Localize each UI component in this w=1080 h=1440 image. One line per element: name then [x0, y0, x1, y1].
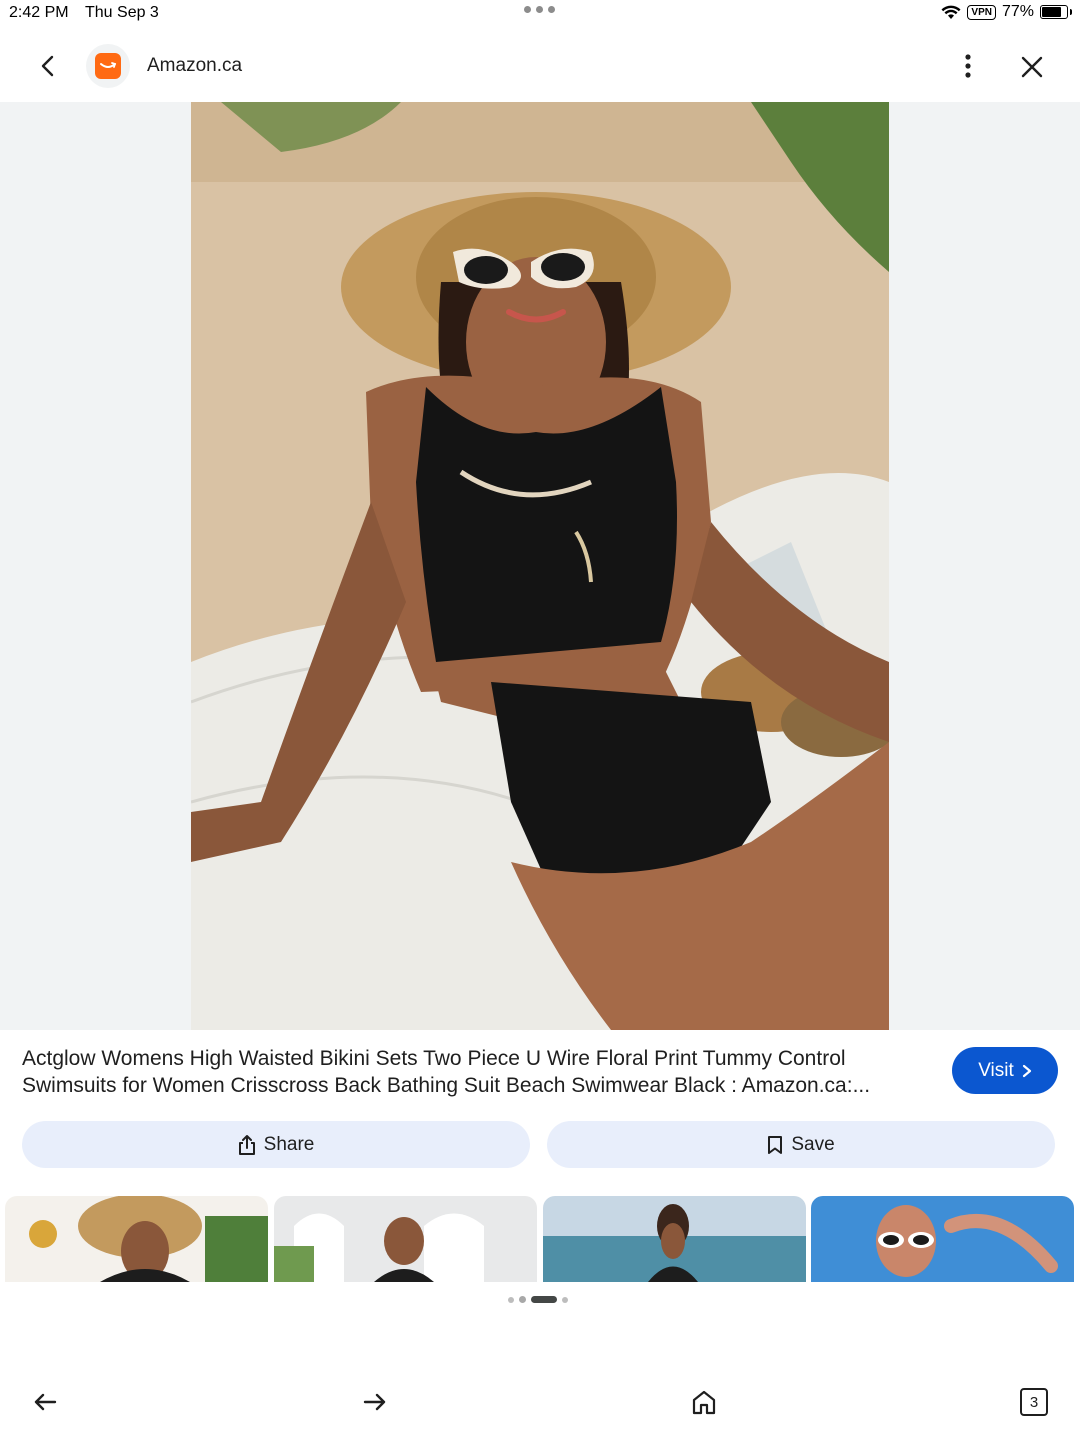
related-image-2[interactable] — [274, 1196, 537, 1282]
close-icon — [1021, 56, 1043, 78]
top-bar: Amazon.ca — [0, 28, 1080, 102]
chevron-left-icon — [41, 55, 54, 77]
nav-forward-button[interactable] — [353, 1380, 397, 1424]
site-name[interactable]: Amazon.ca — [147, 55, 242, 77]
related-image-3[interactable] — [543, 1196, 806, 1282]
status-date: Thu Sep 3 — [85, 4, 159, 21]
result-title[interactable]: Actglow Womens High Waisted Bikini Sets … — [22, 1045, 922, 1099]
related-images — [0, 1196, 1080, 1282]
status-time: 2:42 PM — [9, 4, 69, 21]
share-icon — [238, 1134, 255, 1155]
multitasking-dots[interactable] — [524, 6, 555, 13]
share-button[interactable]: Share — [22, 1121, 530, 1168]
related-image-4[interactable] — [811, 1196, 1074, 1282]
battery-percent: 77% — [1001, 3, 1034, 20]
save-button[interactable]: Save — [547, 1121, 1055, 1168]
carousel-pager — [508, 1296, 568, 1303]
visit-label: Visit — [978, 1059, 1014, 1081]
vpn-badge: VPN — [967, 4, 996, 20]
arrow-right-icon — [363, 1393, 386, 1411]
more-options-button[interactable] — [950, 48, 986, 84]
chevron-right-icon — [1022, 1064, 1031, 1077]
bookmark-icon — [768, 1135, 783, 1154]
product-image[interactable] — [191, 102, 889, 1030]
site-favicon — [86, 44, 130, 88]
battery-icon — [1040, 5, 1072, 19]
nav-back-button[interactable] — [23, 1380, 67, 1424]
back-button[interactable] — [30, 48, 66, 84]
tabs-button[interactable]: 3 — [1012, 1380, 1056, 1424]
bottom-nav: 3 — [0, 1380, 1080, 1424]
image-viewer — [0, 102, 1080, 1030]
share-label: Share — [263, 1133, 315, 1155]
related-image-1[interactable] — [5, 1196, 268, 1282]
amazon-logo-icon — [95, 53, 121, 79]
wifi-icon — [941, 5, 961, 19]
tabs-count: 3 — [1020, 1388, 1048, 1416]
arrow-left-icon — [34, 1393, 57, 1411]
status-right: VPN 77% — [941, 3, 1072, 21]
close-button[interactable] — [1013, 48, 1051, 86]
visit-button[interactable]: Visit — [952, 1047, 1058, 1094]
home-icon — [692, 1390, 716, 1415]
pager-dot[interactable] — [562, 1296, 568, 1303]
save-label: Save — [791, 1133, 835, 1155]
more-vert-icon — [965, 54, 971, 78]
pager-dot[interactable] — [508, 1296, 514, 1303]
nav-home-button[interactable] — [682, 1380, 726, 1424]
pager-dot[interactable] — [519, 1296, 526, 1303]
status-bar: 2:42 PM Thu Sep 3 VPN 77% — [0, 0, 1080, 28]
pager-dot-active[interactable] — [531, 1296, 557, 1303]
